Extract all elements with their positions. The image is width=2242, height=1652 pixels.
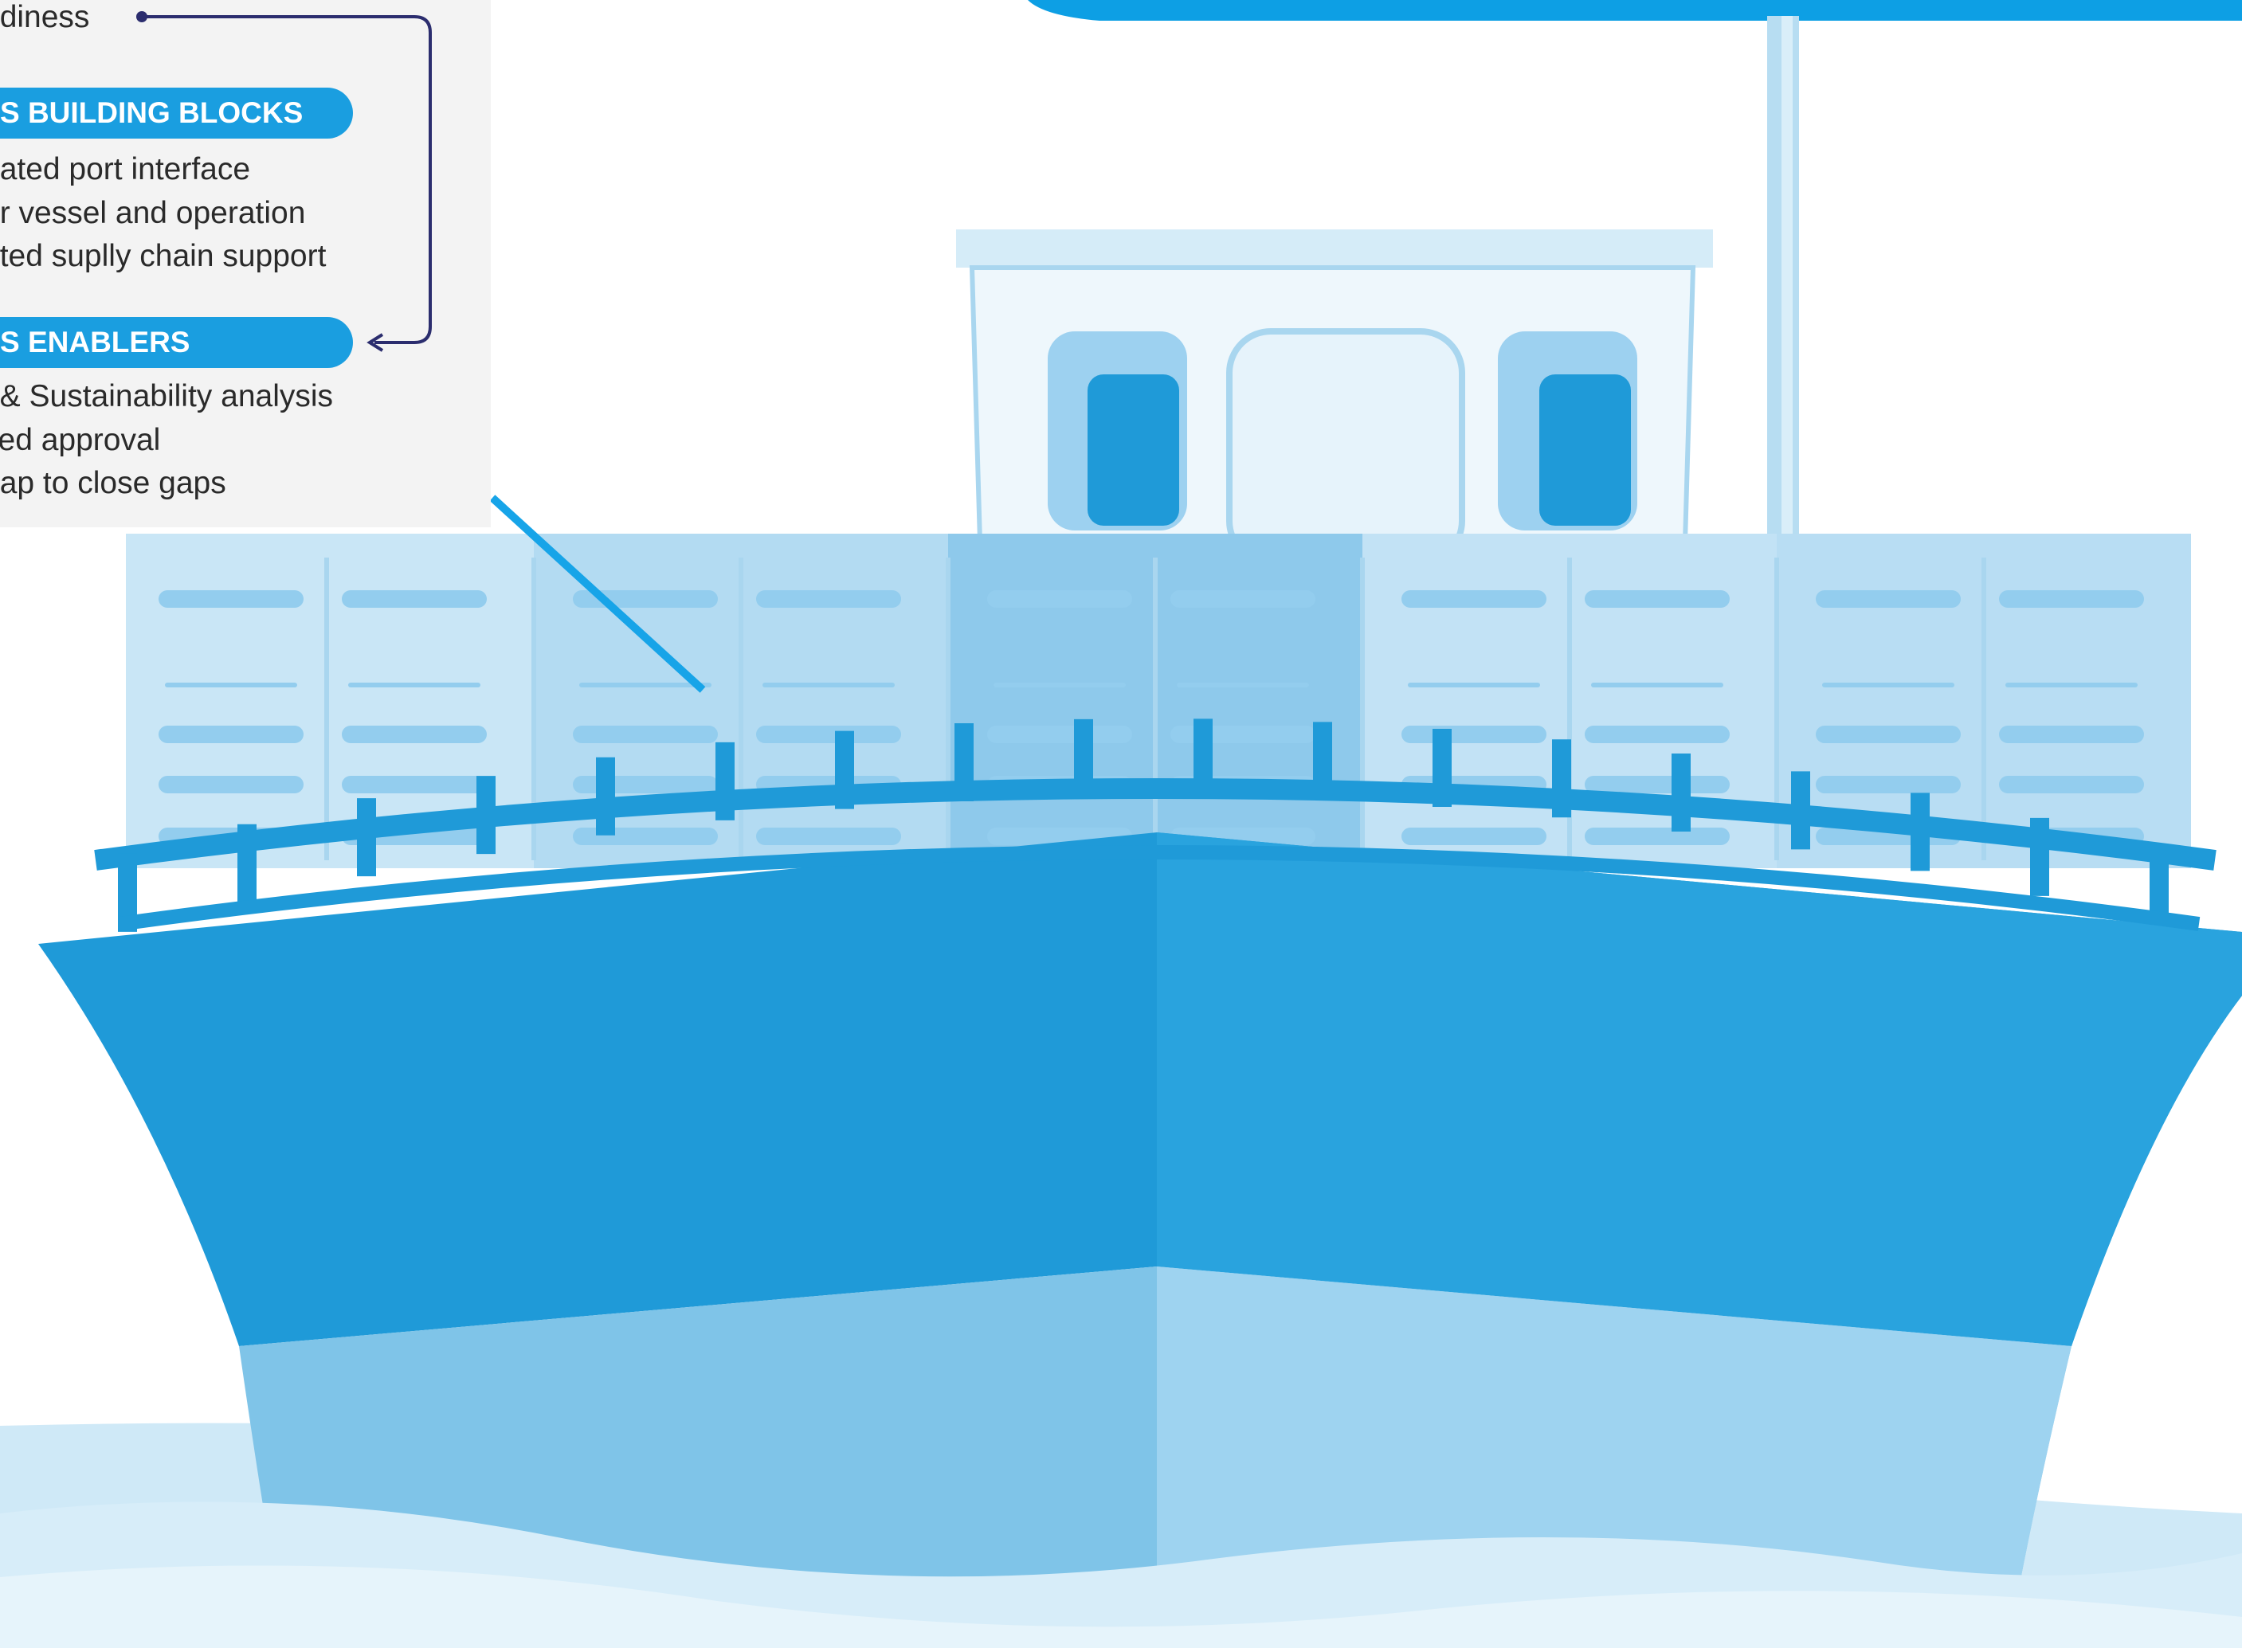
building-blocks-header: S BUILDING BLOCKS — [0, 88, 353, 139]
enabler-item: fied approval — [0, 423, 161, 457]
enabler-item: t & Sustainability analysis — [0, 379, 334, 413]
building-block-item: ated suplly chain support — [0, 239, 327, 273]
enabler-item: nap to close gaps — [0, 466, 226, 500]
cabin-roof — [956, 229, 1713, 268]
building-block-item: ar vessel and operation — [0, 196, 306, 230]
building-block-item: nated port interface — [0, 152, 251, 186]
readiness-text: adiness — [0, 0, 90, 34]
top-banner — [1028, 0, 2242, 21]
cabin-door — [1226, 328, 1465, 566]
enablers-header: S ENABLERS — [0, 317, 353, 368]
info-panel: adiness S BUILDING BLOCKS nated port int… — [0, 0, 491, 527]
